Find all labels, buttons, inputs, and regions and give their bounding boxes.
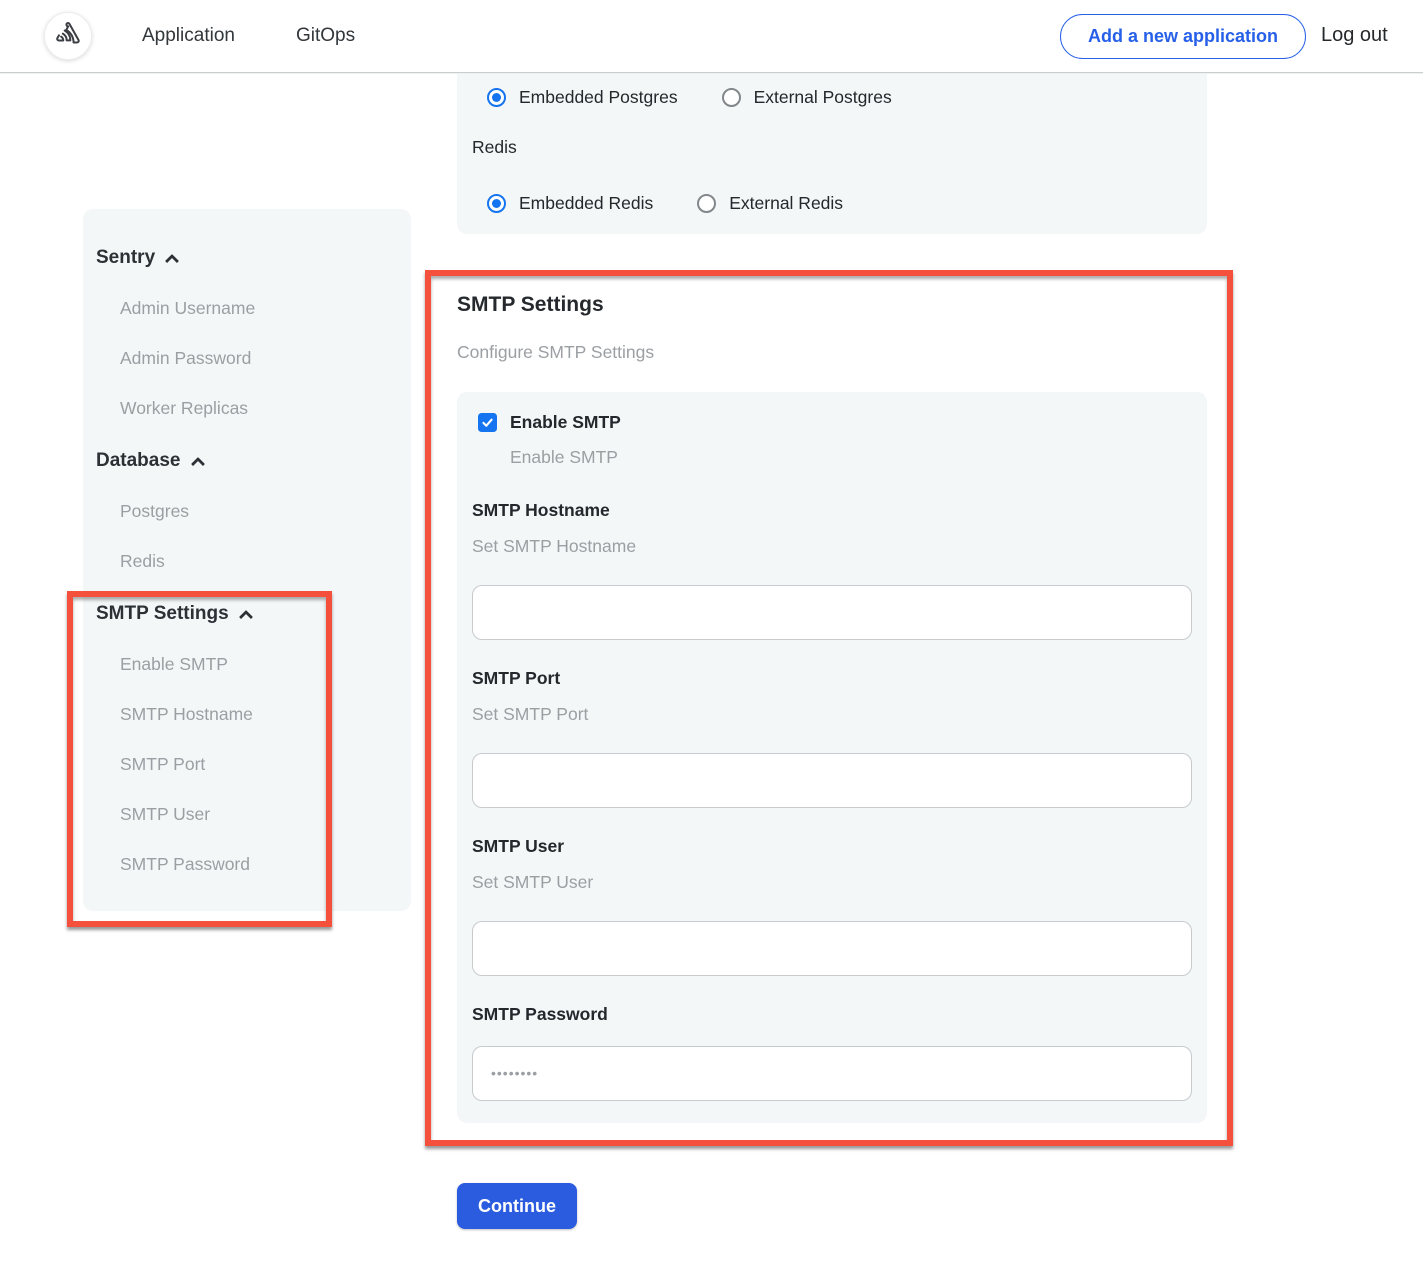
- add-new-application-button[interactable]: Add a new application: [1060, 14, 1306, 59]
- sidebar-item-postgres[interactable]: Postgres: [120, 501, 411, 522]
- redis-radio-group: Embedded Redis External Redis: [487, 193, 887, 214]
- logout-link[interactable]: Log out: [1321, 24, 1388, 47]
- smtp-port-label: SMTP Port: [472, 668, 1192, 689]
- checkbox-checked-icon[interactable]: [478, 413, 497, 432]
- sidebar-item-admin-password[interactable]: Admin Password: [120, 348, 411, 369]
- sidebar-item-smtp-hostname[interactable]: SMTP Hostname: [120, 704, 411, 725]
- sidebar-item-enable-smtp[interactable]: Enable SMTP: [120, 654, 411, 675]
- sidebar-item-worker-replicas[interactable]: Worker Replicas: [120, 398, 411, 419]
- smtp-user-input[interactable]: [472, 921, 1192, 976]
- enable-smtp-checkbox-row[interactable]: Enable SMTP: [478, 412, 1192, 433]
- sidebar-group-label: Database: [96, 450, 181, 472]
- sidebar-group-smtp-settings[interactable]: SMTP Settings: [96, 603, 411, 625]
- radio-external-redis[interactable]: External Redis: [697, 193, 843, 214]
- nav-item-application[interactable]: Application: [142, 25, 235, 47]
- database-config-section: Embedded Postgres External Postgres Redi…: [457, 73, 1207, 234]
- radio-selected-icon[interactable]: [487, 194, 506, 213]
- smtp-hostname-helper: Set SMTP Hostname: [472, 536, 1192, 557]
- nav-item-gitops[interactable]: GitOps: [296, 25, 355, 47]
- config-nav-sidebar: Sentry Admin Username Admin Password Wor…: [83, 209, 411, 911]
- sidebar-item-smtp-password[interactable]: SMTP Password: [120, 854, 411, 875]
- sidebar-group-label: SMTP Settings: [96, 603, 229, 625]
- smtp-password-input[interactable]: [472, 1046, 1192, 1101]
- smtp-settings-title: SMTP Settings: [457, 293, 604, 317]
- enable-smtp-label: Enable SMTP: [510, 412, 621, 433]
- radio-unselected-icon[interactable]: [722, 88, 741, 107]
- sidebar-group-sentry[interactable]: Sentry: [96, 247, 411, 269]
- smtp-settings-subtitle: Configure SMTP Settings: [457, 342, 654, 363]
- radio-embedded-postgres[interactable]: Embedded Postgres: [487, 87, 678, 108]
- radio-external-postgres[interactable]: External Postgres: [722, 87, 892, 108]
- sidebar-item-smtp-user[interactable]: SMTP User: [120, 804, 411, 825]
- sidebar-item-admin-username[interactable]: Admin Username: [120, 298, 411, 319]
- top-navbar: Application GitOps Add a new application…: [0, 0, 1423, 73]
- enable-smtp-helper: Enable SMTP: [510, 447, 1192, 468]
- continue-button[interactable]: Continue: [457, 1183, 577, 1229]
- smtp-settings-card: Enable SMTP Enable SMTP SMTP Hostname Se…: [457, 392, 1207, 1123]
- page: Application GitOps Add a new application…: [0, 0, 1423, 1270]
- chevron-up-icon: [239, 609, 253, 623]
- radio-embedded-redis[interactable]: Embedded Redis: [487, 193, 653, 214]
- sentry-logo-icon: [53, 19, 83, 54]
- sidebar-item-redis[interactable]: Redis: [120, 551, 411, 572]
- smtp-password-label: SMTP Password: [472, 1004, 1192, 1025]
- radio-unselected-icon[interactable]: [697, 194, 716, 213]
- chevron-up-icon: [165, 253, 179, 267]
- postgres-radio-group: Embedded Postgres External Postgres: [487, 87, 936, 108]
- app-logo[interactable]: [44, 12, 92, 60]
- chevron-up-icon: [190, 456, 204, 470]
- sidebar-item-smtp-port[interactable]: SMTP Port: [120, 754, 411, 775]
- smtp-hostname-input[interactable]: [472, 585, 1192, 640]
- sidebar-group-label: Sentry: [96, 247, 155, 269]
- smtp-user-label: SMTP User: [472, 836, 1192, 857]
- smtp-port-helper: Set SMTP Port: [472, 704, 1192, 725]
- radio-label: External Redis: [729, 193, 843, 214]
- sidebar-group-database[interactable]: Database: [96, 450, 411, 472]
- radio-selected-icon[interactable]: [487, 88, 506, 107]
- radio-label: External Postgres: [754, 87, 892, 108]
- redis-group-heading: Redis: [472, 137, 517, 158]
- radio-label: Embedded Postgres: [519, 87, 678, 108]
- radio-label: Embedded Redis: [519, 193, 653, 214]
- smtp-port-input[interactable]: [472, 753, 1192, 808]
- smtp-user-helper: Set SMTP User: [472, 872, 1192, 893]
- smtp-hostname-label: SMTP Hostname: [472, 500, 1192, 521]
